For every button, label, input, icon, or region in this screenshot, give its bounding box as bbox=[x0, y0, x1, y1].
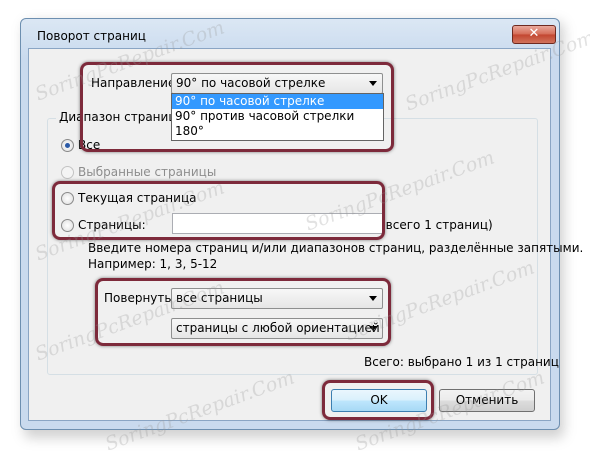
direction-label: Направление: bbox=[91, 76, 180, 90]
window-title: Поворот страниц bbox=[37, 29, 146, 43]
ok-button-label: OK bbox=[370, 393, 388, 407]
chevron-down-icon bbox=[369, 81, 377, 86]
radio-current-page-label: Текущая страница bbox=[78, 191, 197, 205]
direction-option[interactable]: 90° по часовой стрелке bbox=[172, 94, 383, 109]
cancel-button-label: Отменить bbox=[455, 393, 519, 407]
radio-pages[interactable] bbox=[61, 219, 74, 232]
rotate-pages-select-value: все страницы bbox=[176, 291, 263, 305]
selection-summary: Всего: выбрано 1 из 1 страниц bbox=[364, 355, 559, 369]
rotate-pages-select[interactable]: все страницы bbox=[171, 288, 383, 309]
cancel-button[interactable]: Отменить bbox=[439, 389, 535, 412]
direction-select[interactable]: 90° по часовой стрелке bbox=[171, 73, 383, 94]
rotate-label: Повернуть: bbox=[104, 291, 176, 305]
radio-pages-label: Страницы: bbox=[78, 218, 146, 232]
page-range-title: Диапазон страниц bbox=[56, 110, 180, 124]
radio-all[interactable] bbox=[61, 139, 74, 152]
chevron-down-icon bbox=[369, 296, 377, 301]
direction-option[interactable]: 90° против часовой стрелки bbox=[172, 109, 383, 124]
direction-select-value: 90° по часовой стрелке bbox=[176, 76, 326, 90]
radio-selected-pages-label: Выбранные страницы bbox=[78, 165, 217, 179]
orientation-select[interactable]: страницы с любой ориентацией bbox=[171, 318, 383, 339]
radio-current-page[interactable] bbox=[61, 192, 74, 205]
close-icon: ✕ bbox=[528, 26, 540, 41]
pages-hint: Введите номера страниц и/или диапазонов … bbox=[88, 241, 584, 255]
pages-example: Например: 1, 3, 5-12 bbox=[88, 257, 218, 271]
radio-selected-pages bbox=[61, 166, 74, 179]
orientation-select-value: страницы с любой ориентацией bbox=[176, 321, 380, 335]
radio-all-label: Все bbox=[78, 138, 101, 152]
direction-dropdown-list: 90° по часовой стрелке 90° против часово… bbox=[171, 93, 384, 141]
ok-button[interactable]: OK bbox=[331, 389, 427, 412]
total-pages-note: (всего 1 страниц) bbox=[381, 218, 493, 232]
close-button[interactable]: ✕ bbox=[512, 25, 556, 44]
pages-input[interactable] bbox=[172, 213, 384, 234]
direction-option[interactable]: 180° bbox=[172, 124, 383, 139]
chevron-down-icon bbox=[369, 326, 377, 331]
